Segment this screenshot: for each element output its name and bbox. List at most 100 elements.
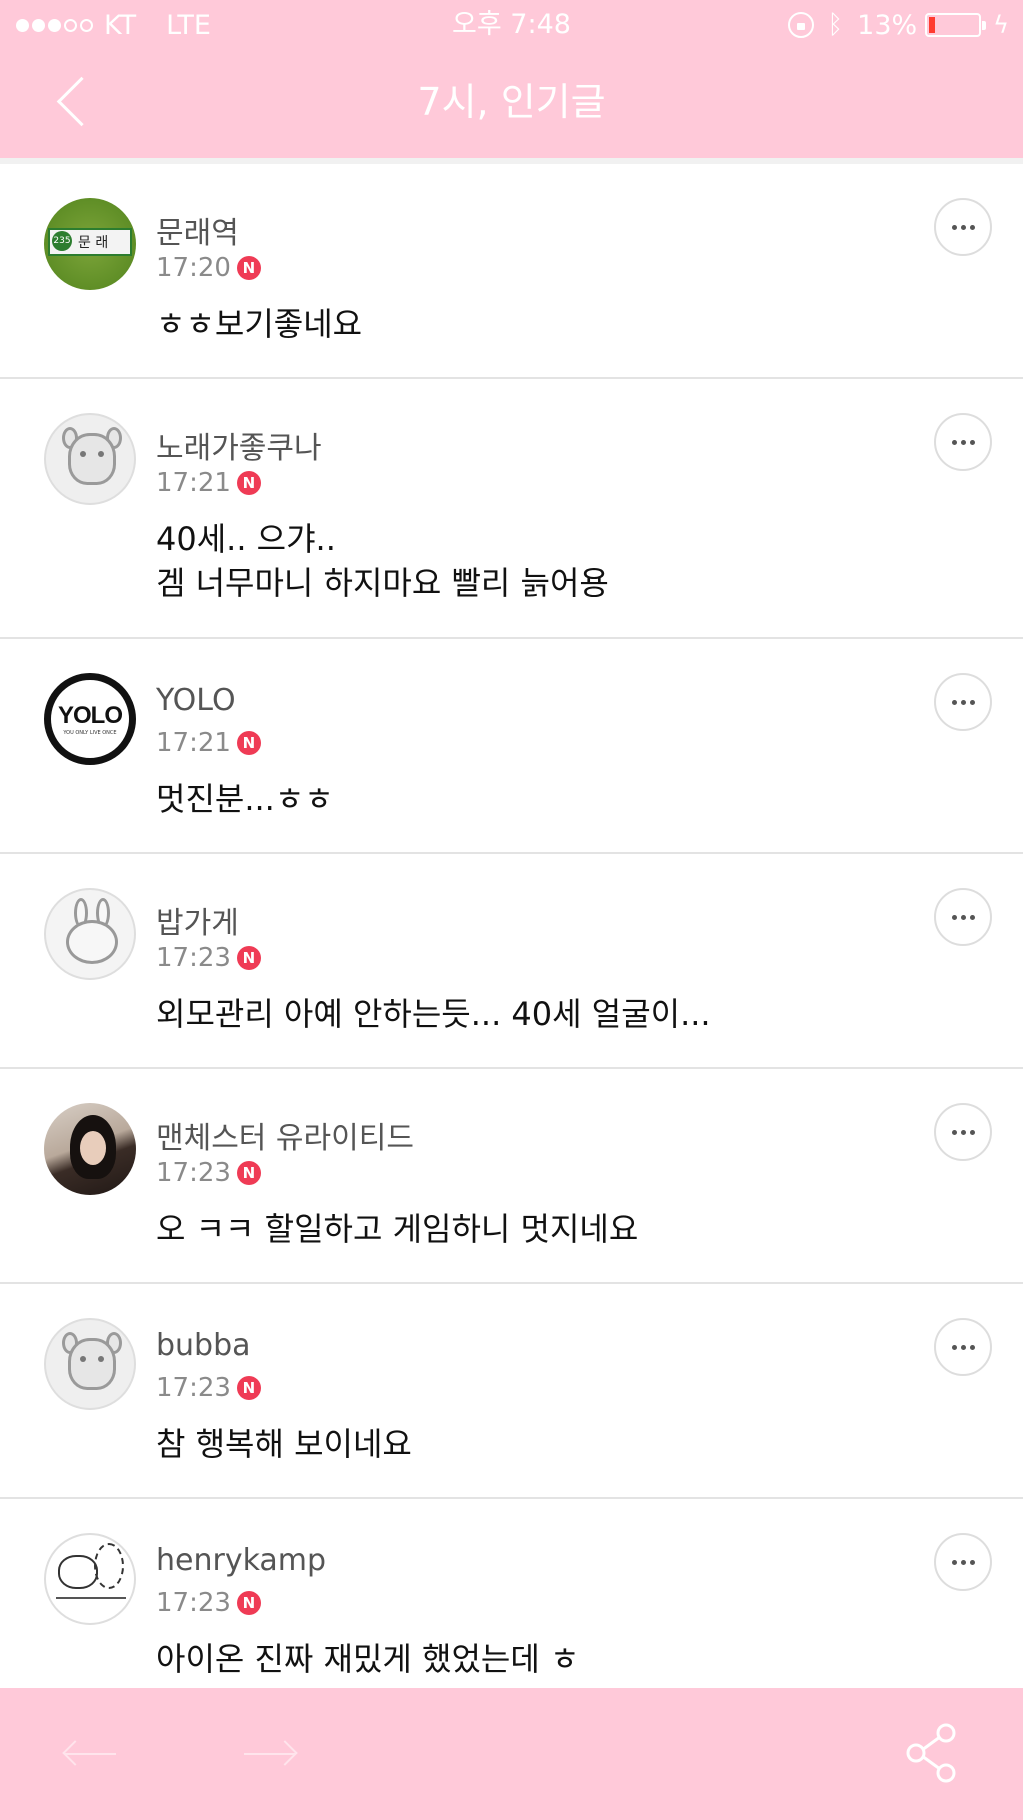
more-dots-icon <box>951 699 957 705</box>
comment-time: 17:23 <box>156 1373 231 1403</box>
more-dots-icon <box>951 914 957 920</box>
avatar[interactable] <box>44 1103 136 1195</box>
comment-meta: 17:23 N <box>156 1370 261 1406</box>
comment-text: 40세.. 으갸.. 겜 너무마니 하지마요 빨리 늙어용 <box>156 520 609 602</box>
more-dots-icon <box>960 1559 966 1565</box>
new-badge: N <box>236 946 261 970</box>
new-badge: N <box>236 256 261 280</box>
avatar[interactable] <box>44 1318 136 1410</box>
more-dots-icon <box>960 1344 966 1350</box>
page-title: 7시, 인기글 <box>417 80 606 124</box>
more-dots-icon <box>951 439 957 445</box>
comment-item: 235 문 래 문래역 17:20 N ㅎㅎ보기좋네요 <box>0 164 1023 379</box>
comment-author[interactable]: 문래역 <box>156 208 239 252</box>
yolo-logo-subtext: YOU ONLY LIVE ONCE <box>63 730 117 736</box>
share-button[interactable] <box>904 1722 960 1784</box>
more-button[interactable] <box>934 198 992 256</box>
more-dots-icon <box>969 1559 975 1565</box>
comment-author[interactable]: 밥가게 <box>156 898 239 942</box>
avatar[interactable] <box>44 888 136 980</box>
comment-author[interactable]: 노래가좋쿠나 <box>156 423 322 467</box>
more-button[interactable] <box>934 1533 992 1591</box>
dog-eye-shape <box>98 451 104 457</box>
new-badge: N <box>236 471 261 495</box>
dog-face-shape <box>68 433 116 485</box>
comment-text: 멋진분...ㅎㅎ <box>156 780 334 818</box>
more-dots-icon <box>951 1559 957 1565</box>
comment-meta: 17:23 N <box>156 1585 261 1621</box>
status-bar: KT LTE 오후 7:48 ᛒ 13% ϟ <box>0 0 1023 50</box>
avatar[interactable] <box>44 413 136 505</box>
comment-item: YOLO YOU ONLY LIVE ONCE YOLO 17:21 N 멋진분… <box>0 639 1023 854</box>
sketch-tail-shape <box>94 1543 124 1589</box>
comment-time: 17:23 <box>156 943 231 973</box>
station-number: 235 <box>52 231 72 251</box>
more-button[interactable] <box>934 1103 992 1161</box>
bluetooth-icon: ᛒ <box>827 10 844 40</box>
comment-author[interactable]: 맨체스터 유라이티드 <box>156 1113 414 1157</box>
more-button[interactable] <box>934 673 992 731</box>
more-dots-icon <box>951 1344 957 1350</box>
comment-meta: 17:21 N <box>156 725 261 761</box>
more-button[interactable] <box>934 888 992 946</box>
dog-eye-shape <box>98 1356 104 1362</box>
top-header: KT LTE 오후 7:48 ᛒ 13% ϟ 7시, 인기글 <box>0 0 1023 158</box>
new-badge: N <box>236 1161 261 1185</box>
status-right: ᛒ 13% ϟ <box>774 8 1009 42</box>
browser-forward-button[interactable] <box>240 1732 300 1776</box>
more-dots-icon <box>960 699 966 705</box>
orientation-lock-icon <box>787 12 814 38</box>
more-dots-icon <box>951 1129 957 1135</box>
more-dots-icon <box>960 439 966 445</box>
more-dots-icon <box>969 699 975 705</box>
comment-meta: 17:20 N <box>156 250 261 286</box>
new-badge: N <box>236 1591 261 1615</box>
comment-time: 17:23 <box>156 1158 231 1188</box>
new-badge: N <box>236 1376 261 1400</box>
dog-eye-shape <box>80 1356 86 1362</box>
comment-item: henrykamp 17:23 N 아이온 진짜 재밌게 했었는데 ㅎ <box>0 1499 1023 1688</box>
more-dots-icon <box>969 914 975 920</box>
bottom-toolbar <box>0 1688 1023 1820</box>
battery-icon <box>925 13 987 37</box>
more-dots-icon <box>960 914 966 920</box>
comment-item: 맨체스터 유라이티드 17:23 N 오 ㅋㅋ 할일하고 게임하니 멋지네요 <box>0 1069 1023 1284</box>
more-dots-icon <box>969 1344 975 1350</box>
sketch-line-shape <box>56 1597 126 1599</box>
dog-eye-shape <box>80 451 86 457</box>
more-dots-icon <box>951 224 957 230</box>
dog-face-shape <box>68 1338 116 1390</box>
charging-bolt-icon: ϟ <box>993 11 1009 39</box>
comment-text: 아이온 진짜 재밌게 했었는데 ㅎ <box>156 1640 580 1678</box>
avatar[interactable] <box>44 1533 136 1625</box>
battery-percent: 13% <box>857 9 918 41</box>
comment-item: 밥가게 17:23 N 외모관리 아예 안하는듯... 40세 얼굴이... <box>0 854 1023 1069</box>
avatar[interactable]: 235 문 래 <box>44 198 136 290</box>
comment-author[interactable]: bubba <box>156 1328 251 1363</box>
share-icon <box>906 1723 956 1783</box>
new-badge: N <box>236 731 261 755</box>
more-button[interactable] <box>934 1318 992 1376</box>
arrow-right-icon-head <box>272 1740 298 1766</box>
nav-bar: 7시, 인기글 <box>0 50 1023 158</box>
more-dots-icon <box>960 224 966 230</box>
comment-time: 17:23 <box>156 1588 231 1618</box>
comment-author[interactable]: henrykamp <box>156 1543 326 1578</box>
comment-meta: 17:23 N <box>156 940 261 976</box>
photo-face-shape <box>80 1131 106 1165</box>
comment-time: 17:21 <box>156 468 231 498</box>
avatar[interactable]: YOLO YOU ONLY LIVE ONCE <box>44 673 136 765</box>
yolo-logo-text: YOLO <box>57 702 123 729</box>
more-dots-icon <box>969 439 975 445</box>
more-dots-icon <box>960 1129 966 1135</box>
comment-author[interactable]: YOLO <box>156 683 236 718</box>
browser-back-button[interactable] <box>60 1732 120 1776</box>
comment-time: 17:21 <box>156 728 231 758</box>
more-dots-icon <box>969 224 975 230</box>
comment-text: 참 행복해 보이네요 <box>156 1425 412 1463</box>
more-button[interactable] <box>934 413 992 471</box>
comment-meta: 17:21 N <box>156 465 261 501</box>
more-dots-icon <box>969 1129 975 1135</box>
battery-level-fill <box>929 17 936 33</box>
comment-list[interactable]: 235 문 래 문래역 17:20 N ㅎㅎ보기좋네요 노래가좋쿠나 17:21… <box>0 164 1023 1688</box>
